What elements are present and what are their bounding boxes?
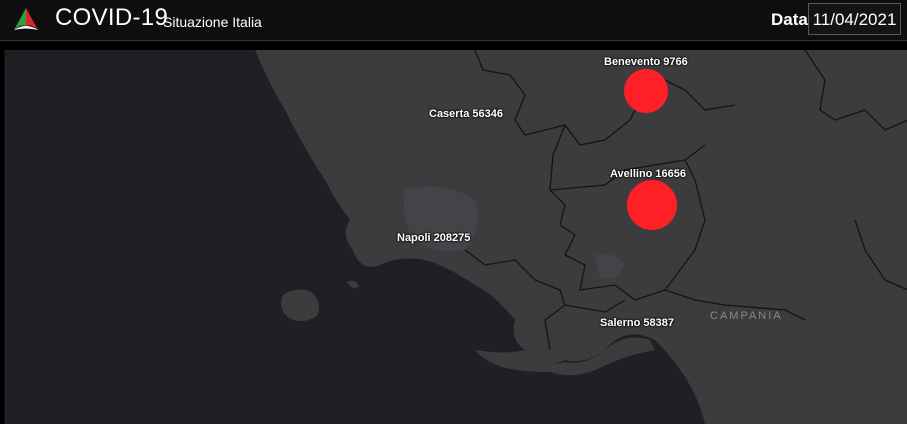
label-salerno: Salerno 58387 — [600, 317, 674, 329]
map-view[interactable]: CAMPANIA Benevento 9766 Caserta 56346 Av… — [4, 50, 907, 424]
ischia-island — [281, 289, 319, 322]
label-avellino: Avellino 16656 — [610, 168, 687, 180]
bubble-benevento[interactable] — [624, 69, 668, 113]
app-header: COVID-19 Situazione Italia Data 11/04/20… — [0, 0, 907, 41]
date-label: Data — [771, 10, 808, 29]
label-benevento: Benevento 9766 — [604, 56, 688, 68]
italy-flag-cone-icon — [14, 8, 38, 30]
procida-island — [347, 280, 359, 289]
date-field[interactable]: 11/04/2021 — [808, 3, 901, 35]
app-subtitle: Situazione Italia — [163, 14, 262, 30]
bubble-avellino[interactable] — [627, 180, 677, 230]
label-napoli: Napoli 208275 — [397, 232, 471, 244]
app-title: COVID-19 — [55, 4, 169, 31]
label-caserta: Caserta 56346 — [429, 108, 504, 120]
region-label: CAMPANIA — [710, 310, 783, 322]
